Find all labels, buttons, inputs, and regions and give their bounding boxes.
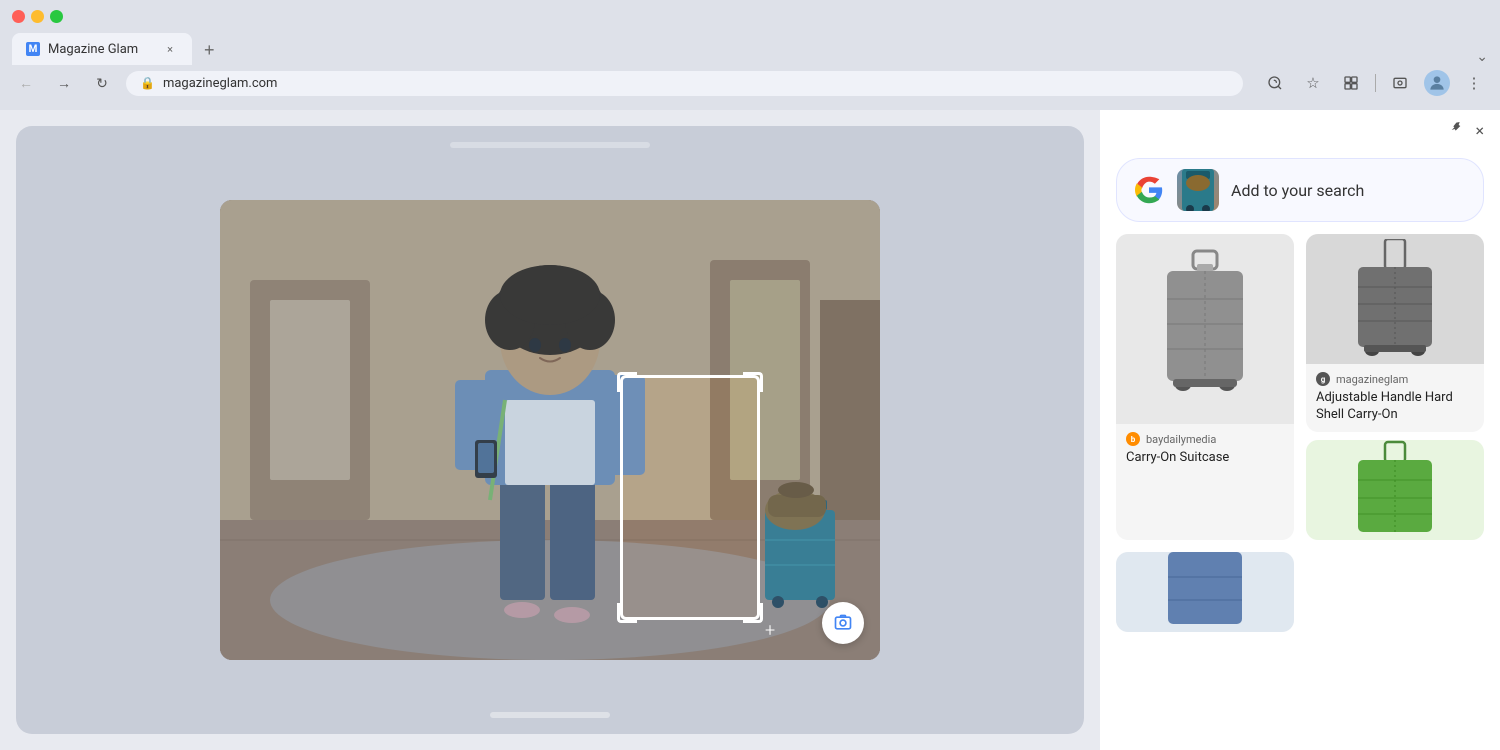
webpage-panel: + <box>0 110 1100 750</box>
tab-favicon: M <box>26 42 40 56</box>
source-name-2: magazineglam <box>1336 373 1408 386</box>
results-panel: × <box>1100 110 1500 750</box>
result-title-1: Carry-On Suitcase <box>1126 450 1284 467</box>
close-traffic-light[interactable] <box>12 10 25 23</box>
main-content: + × <box>0 110 1500 750</box>
address-bar-row: ← → ↻ 🔒 magazineglam.com ☆ <box>0 65 1500 105</box>
scroll-indicator-bottom <box>490 712 610 718</box>
source-icon-2: g <box>1316 372 1330 386</box>
toolbar-icons: ☆ ⋮ <box>1261 69 1488 97</box>
screenshot-button[interactable] <box>1386 69 1414 97</box>
corner-br <box>743 603 763 623</box>
refresh-button[interactable]: ↻ <box>88 69 116 97</box>
tab-title: Magazine Glam <box>48 42 138 57</box>
back-button[interactable]: ← <box>12 69 40 97</box>
address-bar[interactable]: 🔒 magazineglam.com <box>126 71 1243 96</box>
minimize-traffic-light[interactable] <box>31 10 44 23</box>
crosshair-cursor: + <box>765 620 775 641</box>
webpage-card: + <box>16 126 1084 734</box>
selection-box <box>620 375 760 620</box>
results-grid: b baydailymedia Carry-On Suitcase <box>1100 234 1500 632</box>
result-image-2 <box>1306 234 1484 364</box>
result-card-2[interactable]: g magazineglam Adjustable Handle Hard Sh… <box>1306 234 1484 432</box>
google-logo <box>1133 174 1165 206</box>
corner-tr <box>743 372 763 392</box>
result-title-2: Adjustable Handle Hard Shell Carry-On <box>1316 390 1474 424</box>
tab-dropdown-button[interactable]: ⌄ <box>1476 49 1488 65</box>
pin-button[interactable] <box>1449 120 1465 140</box>
corner-bl <box>617 603 637 623</box>
lens-tint <box>220 200 880 660</box>
source-icon-1: b <box>1126 432 1140 446</box>
search-image-thumbnail <box>1177 169 1219 211</box>
source-name-1: baydailymedia <box>1146 433 1216 446</box>
menu-button[interactable]: ⋮ <box>1460 69 1488 97</box>
result-card-3[interactable] <box>1306 440 1484 540</box>
result-info-2: g magazineglam Adjustable Handle Hard Sh… <box>1306 364 1484 432</box>
result-image-3 <box>1306 440 1484 540</box>
main-image: + <box>220 200 880 660</box>
tab-bar: M Magazine Glam × + ⌄ <box>0 29 1500 65</box>
new-tab-button[interactable]: + <box>196 35 223 65</box>
result-image-1 <box>1116 234 1294 424</box>
result-source-2: g magazineglam <box>1316 372 1474 386</box>
result-card-4[interactable] <box>1116 552 1294 632</box>
corner-tl <box>617 372 637 392</box>
result-column-right: g magazineglam Adjustable Handle Hard Sh… <box>1306 234 1484 540</box>
title-bar <box>0 0 1500 29</box>
browser-chrome: M Magazine Glam × + ⌄ ← → ↻ 🔒 magazinegl… <box>0 0 1500 110</box>
results-header: × <box>1100 110 1500 150</box>
search-prompt-bar[interactable]: Add to your search <box>1116 158 1484 222</box>
traffic-lights <box>12 10 63 23</box>
result-source-1: b baydailymedia <box>1126 432 1284 446</box>
toolbar-divider <box>1375 74 1376 92</box>
lens-camera-button[interactable] <box>822 602 864 644</box>
bookmark-button[interactable]: ☆ <box>1299 69 1327 97</box>
scroll-indicator-top <box>450 142 650 148</box>
search-prompt-text: Add to your search <box>1231 181 1364 200</box>
url-text: magazineglam.com <box>163 76 1229 91</box>
panel-close-button[interactable]: × <box>1475 121 1484 140</box>
result-info-1: b baydailymedia Carry-On Suitcase <box>1116 424 1294 475</box>
forward-button[interactable]: → <box>50 69 78 97</box>
lock-icon: 🔒 <box>140 76 155 90</box>
result-card-1[interactable]: b baydailymedia Carry-On Suitcase <box>1116 234 1294 540</box>
result-image-4 <box>1116 552 1294 632</box>
avatar[interactable] <box>1424 70 1450 96</box>
active-tab[interactable]: M Magazine Glam × <box>12 33 192 65</box>
maximize-traffic-light[interactable] <box>50 10 63 23</box>
tab-close-button[interactable]: × <box>162 41 178 57</box>
extensions-button[interactable] <box>1337 69 1365 97</box>
lens-toolbar-button[interactable] <box>1261 69 1289 97</box>
